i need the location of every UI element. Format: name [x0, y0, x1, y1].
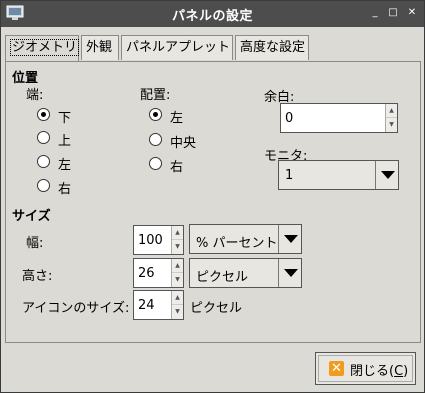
edge-radio-top[interactable]	[37, 131, 50, 144]
spin-down-icon[interactable]: ▼	[386, 118, 397, 132]
height-label: 高さ:	[22, 269, 53, 284]
height-spinbox[interactable]: 26 ▲ ▼	[133, 258, 184, 288]
tab-panel-applets-label: パネルアプレット	[126, 40, 231, 55]
edge-option-left[interactable]: 左	[58, 154, 71, 173]
height-value: 26	[138, 266, 155, 281]
alignment-label: 配置:	[140, 88, 171, 103]
alignment-radio-right[interactable]	[149, 157, 162, 170]
chevron-down-icon	[278, 259, 301, 287]
alignment-option-right[interactable]: 右	[170, 156, 183, 175]
close-mnemonic: C	[394, 364, 404, 379]
close-label-text: 閉じる(	[350, 364, 395, 379]
width-value: 100	[138, 233, 163, 248]
width-unit-combo[interactable]: % パーセント	[189, 224, 302, 254]
spin-down-icon[interactable]: ▼	[172, 273, 183, 287]
close-label-suffix: )	[403, 364, 409, 379]
maximize-button[interactable]: □	[386, 6, 400, 20]
spin-up-icon[interactable]: ▲	[172, 259, 183, 273]
edge-option-top[interactable]: 上	[58, 130, 71, 149]
edge-radio-left[interactable]	[37, 155, 50, 168]
tab-advanced-label: 高度な設定	[240, 40, 306, 55]
spin-up-icon[interactable]: ▲	[172, 291, 183, 305]
geometry-panel: 位置 端: 下 上 左 右 配置: 左 中央 右 余白: 0 ▲ ▼ モニタ: …	[5, 61, 421, 343]
width-label: 幅:	[26, 236, 44, 251]
icon-size-label: アイコンのサイズ:	[22, 301, 130, 316]
monitor-value: 1	[285, 168, 294, 183]
spin-up-icon[interactable]: ▲	[172, 226, 183, 240]
height-unit-value: ピクセル	[196, 270, 249, 285]
height-unit-combo[interactable]: ピクセル	[189, 258, 302, 288]
margin-spinbox[interactable]: 0 ▲ ▼	[280, 103, 398, 133]
tab-appearance[interactable]: 外観	[81, 35, 119, 60]
margin-value: 0	[285, 111, 294, 126]
spin-down-icon[interactable]: ▼	[172, 305, 183, 319]
edge-radio-right[interactable]	[37, 179, 50, 192]
tab-panel-applets[interactable]: パネルアプレット	[121, 35, 233, 60]
close-icon: ✕	[329, 361, 344, 376]
size-heading: サイズ	[12, 209, 51, 224]
minimize-button[interactable]: _	[368, 6, 382, 20]
margin-spin-arrows: ▲ ▼	[385, 104, 397, 132]
width-spinbox[interactable]: 100 ▲ ▼	[133, 225, 184, 255]
alignment-radio-left[interactable]	[149, 108, 162, 121]
edge-radio-bottom[interactable]	[37, 108, 50, 121]
icon-size-unit: ピクセル	[190, 301, 243, 316]
edge-option-right[interactable]: 右	[58, 178, 71, 197]
width-unit-value: % パーセント	[196, 236, 278, 251]
titlebar[interactable]: パネルの設定 _ □ ✕	[1, 1, 424, 27]
tab-geometry[interactable]: ジオメトリ	[5, 35, 80, 62]
alignment-option-left[interactable]: 左	[170, 107, 183, 126]
close-button-label: 閉じる(C)	[350, 360, 408, 379]
chevron-down-icon	[375, 161, 398, 189]
alignment-radio-center[interactable]	[149, 133, 162, 146]
panel-settings-window: パネルの設定 _ □ ✕ ジオメトリ 外観 パネルアプレット 高度な設定 位置 …	[0, 0, 425, 393]
spin-up-icon[interactable]: ▲	[386, 104, 397, 118]
width-spin-arrows: ▲ ▼	[171, 226, 183, 254]
icon-size-spin-arrows: ▲ ▼	[171, 291, 183, 319]
alignment-option-center[interactable]: 中央	[170, 132, 196, 151]
monitor-combo[interactable]: 1	[278, 160, 399, 190]
height-spin-arrows: ▲ ▼	[171, 259, 183, 287]
edge-option-bottom[interactable]: 下	[58, 107, 71, 126]
icon-size-value: 24	[138, 298, 155, 313]
close-window-button[interactable]: ✕	[405, 6, 419, 20]
edge-label: 端:	[26, 88, 44, 103]
tab-advanced[interactable]: 高度な設定	[235, 35, 309, 60]
icon-size-spinbox[interactable]: 24 ▲ ▼	[133, 290, 184, 320]
chevron-down-icon	[278, 225, 301, 253]
tab-appearance-label: 外観	[86, 40, 113, 55]
close-button[interactable]: ✕ 閉じる(C)	[315, 352, 416, 385]
spin-down-icon[interactable]: ▼	[172, 240, 183, 254]
tab-geometry-label: ジオメトリ	[10, 39, 80, 56]
window-title: パネルの設定	[171, 9, 253, 24]
